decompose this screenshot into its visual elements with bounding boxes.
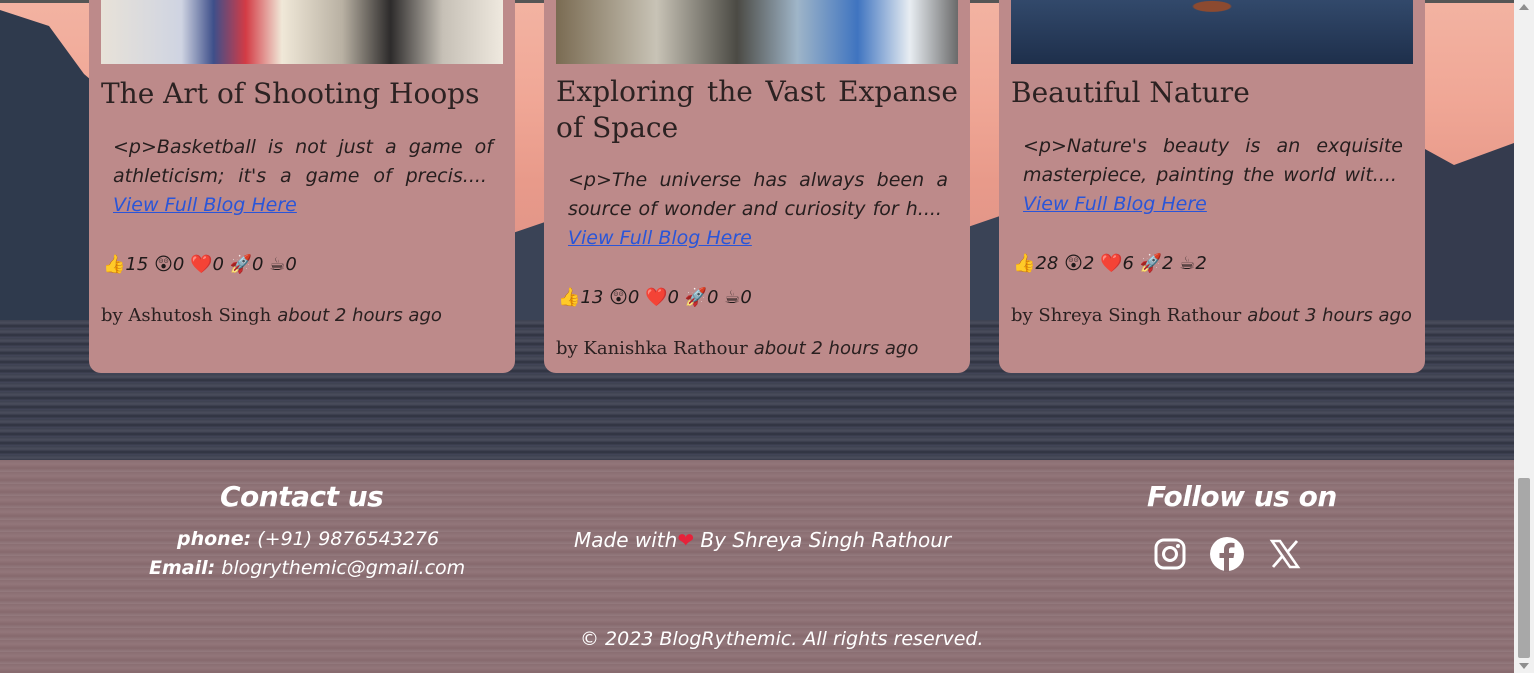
excerpt-text: <p>Basketball is not just a game of athl… [113,136,493,187]
contact-title: Contact us [220,480,384,513]
footer: Contact us phone: (+91) 9876543276 Email… [0,460,1514,673]
reactions-bar: 👍28 😲2 ❤️6 🚀2 ☕2 [1013,253,1207,274]
coffee-count: 2 [1195,253,1207,274]
rocket-icon[interactable]: 🚀 [685,287,707,308]
card-excerpt: <p>Basketball is not just a game of athl… [113,133,493,220]
surprised-face-icon[interactable]: 😲 [154,254,173,275]
thumbs-up-icon[interactable]: 👍 [103,254,125,275]
love-count: 0 [667,287,679,308]
rocket-icon[interactable]: 🚀 [1140,253,1162,274]
wow-count: 0 [627,287,640,308]
love-count: 0 [212,254,224,275]
phone-value[interactable]: (+91) 9876543276 [257,528,439,550]
coffee-icon[interactable]: ☕ [724,287,740,308]
love-count: 6 [1122,253,1134,274]
card-excerpt: <p>The universe has always been a source… [568,166,948,253]
email-label: Email: [149,557,216,579]
blog-card[interactable]: Exploring the Vast Expanse of Space <p>T… [544,0,970,373]
phone-line: phone: (+91) 9876543276 [177,528,439,550]
scroll-up-icon[interactable] [1519,4,1529,10]
post-time: about 3 hours ago [1247,305,1412,326]
author-name: by Ashutosh Singh [101,305,272,326]
coffee-icon[interactable]: ☕ [1179,253,1195,274]
rocket-count: 0 [252,254,264,275]
rocket-count: 2 [1162,253,1174,274]
follow-title: Follow us on [1147,480,1337,513]
card-image[interactable] [101,0,503,64]
card-title[interactable]: The Art of Shooting Hoops [101,76,503,112]
like-count: 13 [580,287,604,308]
card-image[interactable] [1011,0,1413,64]
wow-count: 2 [1082,253,1095,274]
byline: by Shreya Singh Rathour about 3 hours ago [1011,305,1412,326]
made-with-suffix: By Shreya Singh Rathour [694,528,952,552]
byline: by Kanishka Rathour about 2 hours ago [556,338,918,359]
wow-count: 0 [172,254,185,275]
instagram-icon[interactable] [1152,536,1188,572]
scroll-thumb[interactable] [1518,478,1530,658]
card-image[interactable] [556,0,958,64]
thumbs-up-icon[interactable]: 👍 [1013,253,1035,274]
heart-icon[interactable]: ❤️ [645,287,667,308]
vertical-scrollbar[interactable] [1514,0,1534,673]
heart-icon[interactable]: ❤️ [1100,253,1122,274]
heart-icon: ❤ [677,528,695,552]
coffee-count: 0 [740,287,752,308]
made-with-prefix: Made with [574,528,678,552]
x-icon[interactable] [1267,536,1303,572]
surprised-face-icon[interactable]: 😲 [1064,253,1083,274]
post-time: about 2 hours ago [753,338,919,359]
blog-card[interactable]: The Art of Shooting Hoops <p>Basketball … [89,0,515,373]
rocket-icon[interactable]: 🚀 [230,254,252,275]
blog-card[interactable]: Beautiful Nature <p>Nature's beauty is a… [999,0,1425,373]
byline: by Ashutosh Singh about 2 hours ago [101,305,442,326]
card-title[interactable]: Beautiful Nature [1011,75,1413,111]
coffee-count: 0 [285,254,297,275]
email-value[interactable]: blogrythemic@gmail.com [221,557,465,579]
copyright-text: © 2023 BlogRythemic. All rights reserved… [580,628,984,650]
like-count: 28 [1035,253,1059,274]
made-with-text: Made with❤ By Shreya Singh Rathour [574,528,951,552]
view-full-blog-link[interactable]: View Full Blog Here [568,227,752,249]
excerpt-text: <p>The universe has always been a source… [568,169,948,220]
card-title[interactable]: Exploring the Vast Expanse of Space [556,74,958,146]
rocket-count: 0 [707,287,719,308]
post-time: about 2 hours ago [277,305,442,326]
heart-icon[interactable]: ❤️ [190,254,212,275]
email-line: Email: blogrythemic@gmail.com [149,557,465,579]
facebook-icon[interactable] [1209,536,1245,572]
excerpt-text: <p>Nature's beauty is an exquisite maste… [1023,135,1403,186]
author-name: by Shreya Singh Rathour [1011,305,1242,326]
coffee-icon[interactable]: ☕ [269,254,285,275]
thumbs-up-icon[interactable]: 👍 [558,287,580,308]
scroll-down-icon[interactable] [1519,663,1529,669]
like-count: 15 [125,254,149,275]
view-full-blog-link[interactable]: View Full Blog Here [1023,193,1207,215]
phone-label: phone: [177,528,252,550]
view-full-blog-link[interactable]: View Full Blog Here [113,194,297,216]
surprised-face-icon[interactable]: 😲 [609,287,628,308]
reactions-bar: 👍15 😲0 ❤️0 🚀0 ☕0 [103,254,297,275]
card-excerpt: <p>Nature's beauty is an exquisite maste… [1023,132,1403,219]
author-name: by Kanishka Rathour [556,338,748,359]
reactions-bar: 👍13 😲0 ❤️0 🚀0 ☕0 [558,287,752,308]
